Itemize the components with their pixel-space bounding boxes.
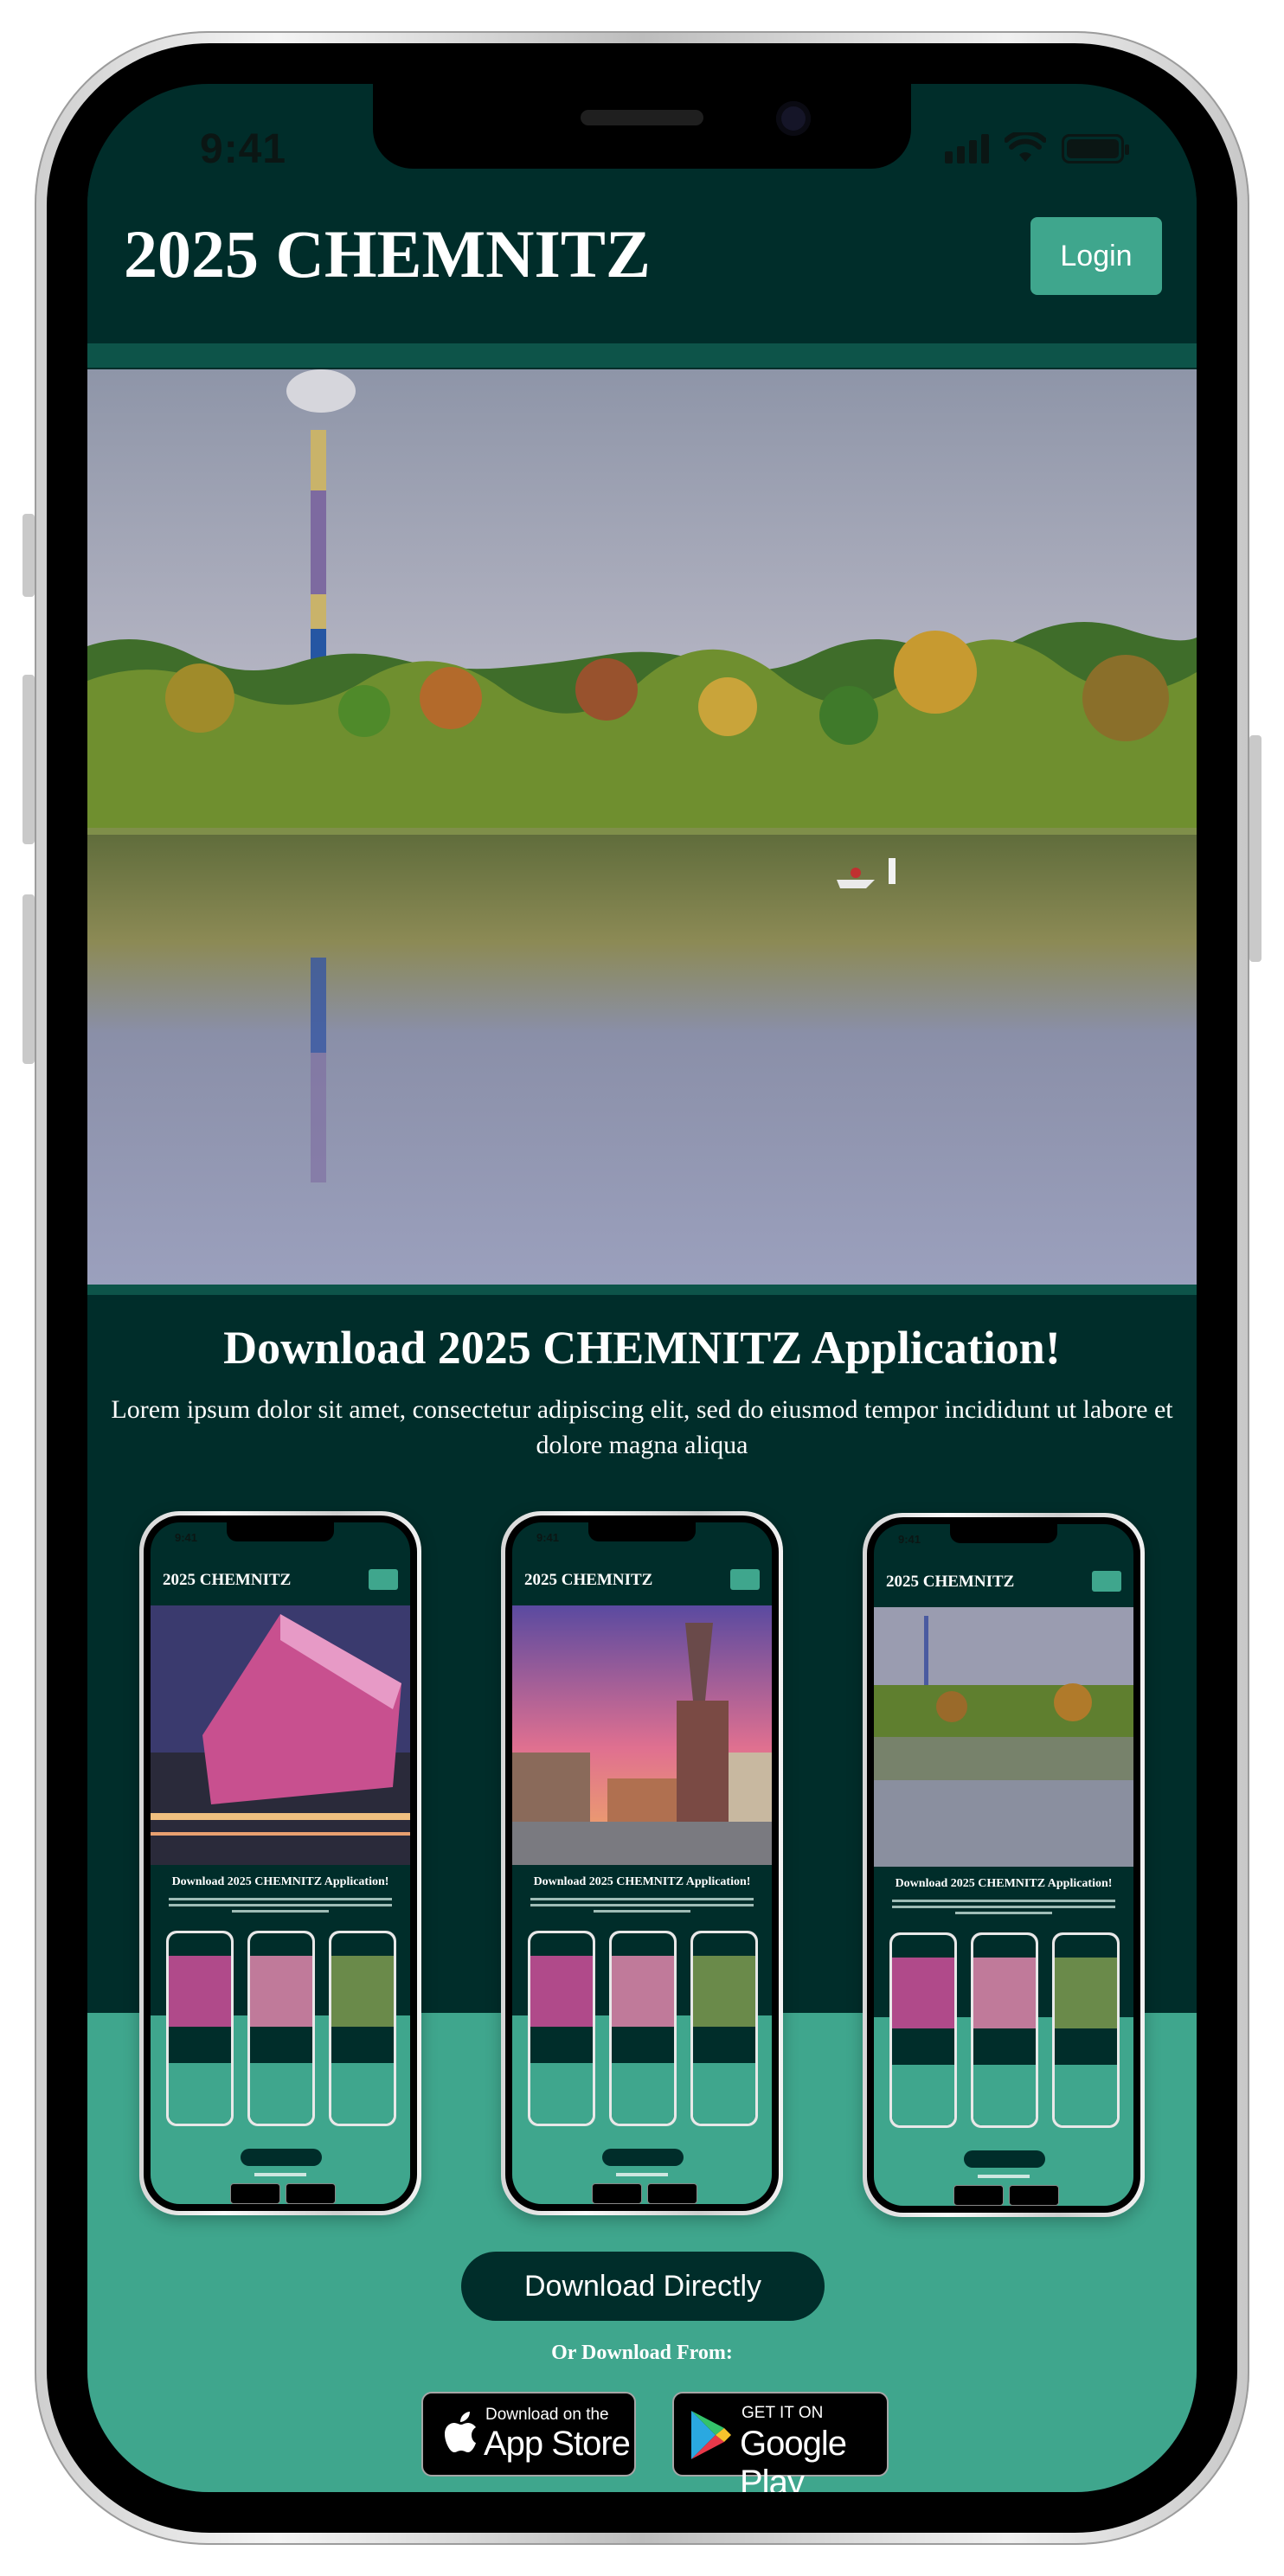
google-play-badge[interactable]: GET IT ON Google Play [672,2392,889,2492]
battery-icon [1062,134,1129,163]
preview-image-building [151,1605,410,1865]
app-store-badge[interactable]: Download on the App Store [421,2392,636,2477]
volume-up-button [22,675,35,844]
preview-time: 9:41 [536,1531,560,1544]
apple-icon [445,2412,476,2452]
preview-login-button [730,1569,760,1590]
preview-phone-2: 9:41 2025 CHEMNITZ Download 2025 CHEMNIT… [501,1511,783,2215]
preview-title: 2025 CHEMNITZ [886,1573,1015,1591]
preview-phone-1: 9:41 2025 CHEMNITZ Download 2025 CHEMNIT… [139,1511,421,2215]
preview-download-button [602,2149,684,2166]
wifi-icon [1005,132,1046,162]
download-heading: Download 2025 CHEMNITZ Application! [223,1322,1061,1374]
preview-login-button [1092,1571,1121,1592]
preview-image-cityhall [512,1605,772,1865]
app-title: 2025 CHEMNITZ [124,216,651,292]
front-camera-icon [776,101,811,136]
preview-image-lake [874,1607,1133,1867]
preview-title: 2025 CHEMNITZ [524,1571,653,1589]
download-directly-button[interactable]: Download Directly [461,2252,825,2321]
google-play-small-text: GET IT ON [742,2404,824,2422]
notch [373,84,911,169]
preview-phone-3: 9:41 2025 CHEMNITZ Download 2025 CHEMNIT… [863,1513,1145,2217]
preview-time: 9:41 [175,1531,198,1544]
preview-download-button [241,2149,322,2166]
preview-login-button [369,1569,398,1590]
preview-title: 2025 CHEMNITZ [163,1571,292,1589]
power-button [1249,735,1262,962]
app-viewport: 9:41 2025 CHEMNITZ Login Download 2025 C… [87,84,1197,2492]
preview-heading: Download 2025 CHEMNITZ Application! [533,1875,751,1888]
preview-heading: Download 2025 CHEMNITZ Application! [895,1877,1113,1890]
status-icons [945,132,1129,163]
mute-switch [22,514,35,597]
status-time: 9:41 [200,126,287,172]
preview-description [521,1894,763,1920]
google-play-icon [691,2411,731,2459]
hero-divider [87,1285,1197,1295]
preview-time: 9:41 [898,1533,921,1546]
header-divider [87,343,1197,368]
preview-heading: Download 2025 CHEMNITZ Application! [171,1875,389,1888]
app-store-big-text: App Store [484,2425,631,2463]
preview-download-button [964,2150,1045,2168]
google-play-big-text: Google Play [740,2425,847,2492]
preview-description [159,1894,401,1920]
download-description: Lorem ipsum dolor sit amet, consectetur … [111,1395,1173,1459]
hero-image [87,369,1197,1285]
signal-icon [945,134,989,163]
app-store-small-text: Download on the [485,2406,609,2424]
preview-description [883,1896,1125,1922]
volume-down-button [22,894,35,1064]
or-download-label: Or Download From: [551,2342,733,2364]
login-button[interactable]: Login [1030,217,1162,295]
speaker-grille [581,110,703,125]
